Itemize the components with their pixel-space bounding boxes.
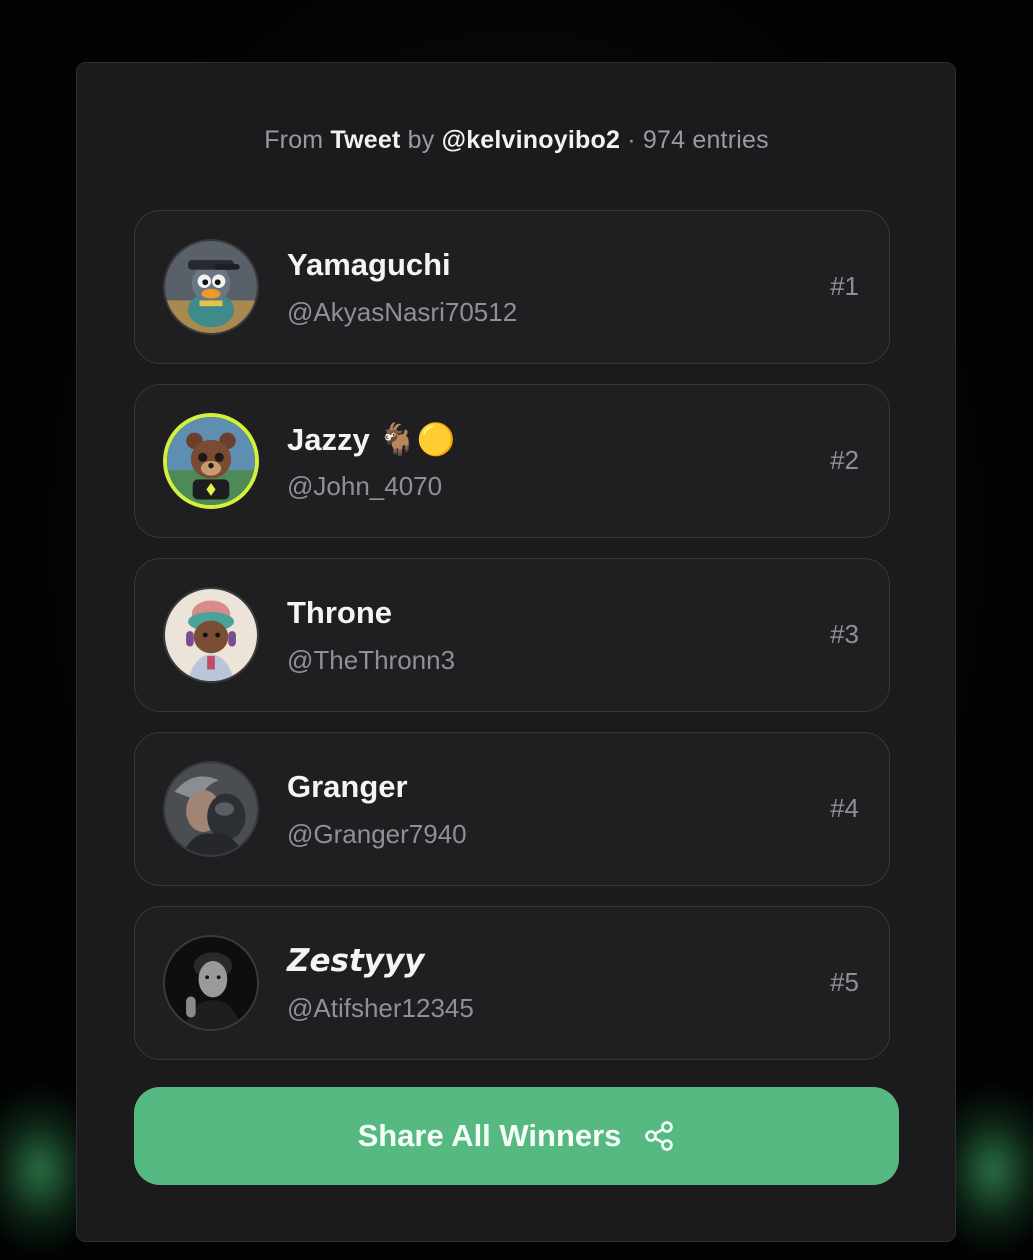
source-type[interactable]: Tweet <box>331 126 401 154</box>
winner-rank: #3 <box>830 619 859 649</box>
portrait-avatar-image <box>165 937 257 1029</box>
winner-card[interactable]: Granger @Granger7940 #4 <box>134 732 890 886</box>
winner-rank: #2 <box>830 445 859 475</box>
winner-handle[interactable]: @Granger7940 <box>287 819 467 850</box>
winner-rank: #4 <box>830 793 859 823</box>
winner-handle[interactable]: @AkyasNasri70512 <box>287 297 517 328</box>
duck-avatar-image <box>165 241 257 333</box>
winner-name: Yamaguchi <box>287 247 451 282</box>
winner-card[interactable]: 𝙕𝙚𝙨𝙩𝙮𝙮𝙮 @Atifsher12345 #5 <box>134 906 890 1060</box>
winner-rank: #5 <box>830 967 859 997</box>
winner-name: Granger <box>287 769 408 804</box>
winner-card[interactable]: Yamaguchi @AkyasNasri70512 #1 <box>134 210 890 364</box>
avatar <box>163 761 259 857</box>
winner-rank: #1 <box>830 271 859 301</box>
winner-list: Yamaguchi @AkyasNasri70512 #1 Jazzy 🐐🟡 @… <box>134 210 890 1080</box>
share-all-winners-button[interactable]: Share All Winners <box>134 1087 899 1185</box>
entries-count: 974 entries <box>642 126 769 154</box>
bear-avatar-image <box>167 417 255 505</box>
author-handle[interactable]: @kelvinoyibo2 <box>442 126 620 154</box>
winner-handle[interactable]: @TheThronn3 <box>287 645 455 676</box>
avatar <box>163 239 259 335</box>
avatar <box>163 413 259 509</box>
from-label: From <box>264 126 324 154</box>
winner-name: 𝙕𝙚𝙨𝙩𝙮𝙮𝙮 <box>287 943 425 978</box>
by-label: by <box>407 126 435 154</box>
share-icon <box>645 1121 674 1151</box>
winner-name: Jazzy 🐐🟡 <box>287 422 456 457</box>
winner-handle[interactable]: @John_4070 <box>287 471 442 502</box>
avatar <box>163 935 259 1031</box>
winner-name: Throne <box>287 595 393 630</box>
winner-card[interactable]: Jazzy 🐐🟡 @John_4070 #2 <box>134 384 890 538</box>
winner-handle[interactable]: @Atifsher12345 <box>287 993 474 1024</box>
separator: · <box>627 126 636 154</box>
winner-card[interactable]: Throne @TheThronn3 #3 <box>134 558 890 712</box>
warrior-avatar-image <box>165 763 257 855</box>
character-avatar-image <box>165 589 257 681</box>
source-line: From Tweet by @kelvinoyibo2 · 974 entrie… <box>0 126 1033 155</box>
avatar <box>163 587 259 683</box>
share-button-label: Share All Winners <box>357 1118 622 1153</box>
